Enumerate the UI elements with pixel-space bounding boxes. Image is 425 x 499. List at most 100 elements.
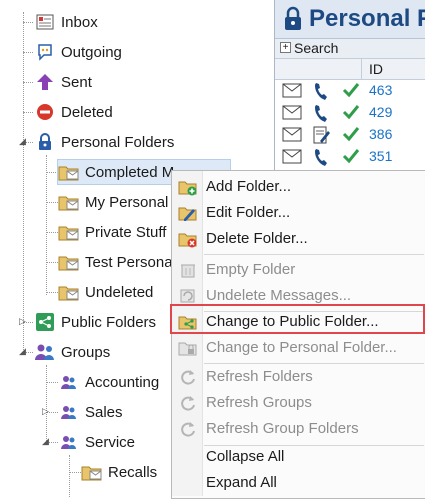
- folder-icon: [58, 282, 80, 302]
- tree-item-accounting[interactable]: Accounting: [58, 370, 159, 394]
- table-row[interactable]: 463: [275, 80, 425, 102]
- tree-item-label: Inbox: [61, 13, 98, 31]
- table-row[interactable]: 429: [275, 102, 425, 124]
- refresh-icon: [176, 392, 200, 414]
- tree-item-groups[interactable]: Groups: [34, 340, 110, 364]
- tree-item-sales[interactable]: Sales: [58, 400, 123, 424]
- inbox-icon: [34, 12, 56, 32]
- refresh-icon: [176, 418, 200, 440]
- envelope-icon: [282, 149, 302, 168]
- collapse-arrow-icon[interactable]: ◢: [41, 437, 50, 446]
- tree-item-label: Test Persona: [85, 253, 173, 271]
- tree-item-personal-folders[interactable]: Personal Folders: [34, 130, 174, 154]
- check-icon: [342, 104, 360, 124]
- collapse-arrow-icon[interactable]: ◢: [18, 347, 27, 356]
- add-folder-icon: [176, 176, 200, 198]
- tree-item-my-personal[interactable]: My Personal: [58, 190, 168, 214]
- menu-item-refresh-folders[interactable]: Refresh Folders: [173, 364, 425, 389]
- tree-item-label: Personal Folders: [61, 133, 175, 151]
- menu-item-collapse-all[interactable]: Collapse All: [173, 444, 425, 469]
- menu-item-add-folder[interactable]: Add Folder...: [173, 174, 425, 199]
- lock-icon: [34, 132, 56, 152]
- expand-arrow-icon[interactable]: ▷: [41, 407, 50, 416]
- tree-item-label: Service: [85, 433, 136, 451]
- tree-item-label: Deleted: [61, 103, 113, 121]
- menu-item-label: Refresh Folders: [206, 368, 313, 385]
- highlight-box: [170, 304, 425, 334]
- menu-item-change-to-personal-folder[interactable]: Change to Personal Folder...: [173, 335, 425, 360]
- tree-item-inbox[interactable]: Inbox: [34, 10, 98, 34]
- tree-item-service[interactable]: Service: [58, 430, 135, 454]
- menu-item-label: Refresh Group Folders: [206, 420, 359, 437]
- menu-item-label: Add Folder...: [206, 178, 292, 195]
- pane-header: Personal F: [275, 0, 425, 39]
- tree-item-label: My Personal: [85, 193, 169, 211]
- empty-folder-icon: [176, 259, 200, 281]
- table-row[interactable]: 386: [275, 124, 425, 146]
- envelope-icon: [282, 127, 302, 146]
- tree-item-label: Undeleted: [85, 283, 154, 301]
- folder-icon: [58, 162, 80, 182]
- check-icon: [342, 82, 360, 102]
- phone-icon: [313, 147, 329, 171]
- envelope-icon: [282, 83, 302, 102]
- tree-item-undeleted[interactable]: Undeleted: [58, 280, 153, 304]
- menu-item-edit-folder[interactable]: Edit Folder...: [173, 200, 425, 225]
- menu-item-label: Delete Folder...: [206, 230, 308, 247]
- tree-item-sent[interactable]: Sent: [34, 70, 92, 94]
- row-id: 429: [369, 104, 393, 120]
- menu-item-refresh-group-folders[interactable]: Refresh Group Folders: [173, 416, 425, 441]
- tree-item-test-personal[interactable]: Test Persona: [58, 250, 173, 274]
- row-id: 351: [369, 148, 393, 164]
- delete-folder-icon: [176, 228, 200, 250]
- menu-item-label: Empty Folder: [206, 261, 296, 278]
- menu-item-label: Undelete Messages...: [206, 287, 352, 304]
- tree-item-private-stuff[interactable]: Private Stuff: [58, 220, 166, 244]
- menu-item-label: Change to Personal Folder...: [206, 339, 397, 356]
- column-header-id[interactable]: ID: [369, 61, 383, 77]
- menu-item-refresh-groups[interactable]: Refresh Groups: [173, 390, 425, 415]
- pane-title: Personal F: [309, 5, 425, 32]
- menu-item-label: Expand All: [206, 474, 277, 491]
- search-bar[interactable]: + Search: [275, 39, 425, 59]
- tree-item-label: Sales: [85, 403, 123, 421]
- check-icon: [342, 148, 360, 168]
- row-id: 463: [369, 82, 393, 98]
- tree-item-label: Sent: [61, 73, 92, 91]
- folder-icon: [81, 462, 103, 482]
- envelope-icon: [282, 105, 302, 124]
- edit-folder-icon: [176, 202, 200, 224]
- tree-item-recalls[interactable]: Recalls: [81, 460, 157, 484]
- folder-icon: [58, 222, 80, 242]
- group-icon: [58, 402, 80, 422]
- column-header-row: ID: [275, 59, 425, 80]
- tree-item-label: Public Folders: [61, 313, 157, 331]
- tree-item-label: Accounting: [85, 373, 160, 391]
- menu-item-expand-all[interactable]: Expand All: [173, 470, 425, 495]
- collapse-arrow-icon[interactable]: ◢: [18, 137, 27, 146]
- table-row[interactable]: 351: [275, 146, 425, 168]
- outgoing-icon: [34, 42, 56, 62]
- deleted-icon: [34, 102, 56, 122]
- tree-item-deleted[interactable]: Deleted: [34, 100, 113, 124]
- group-icon: [58, 372, 80, 392]
- folder-icon: [58, 252, 80, 272]
- expand-arrow-icon[interactable]: ▷: [18, 317, 27, 326]
- lock-icon: [282, 6, 304, 36]
- tree-item-label: Groups: [61, 343, 111, 361]
- personal-folder-icon: [176, 337, 200, 359]
- menu-item-empty-folder[interactable]: Empty Folder: [173, 257, 425, 282]
- menu-item-label: Edit Folder...: [206, 204, 291, 221]
- groups-icon: [34, 342, 56, 362]
- tree-item-public-folders[interactable]: Public Folders: [34, 310, 156, 334]
- menu-item-delete-folder[interactable]: Delete Folder...: [173, 226, 425, 251]
- expand-plus-icon[interactable]: +: [280, 42, 291, 53]
- tree-item-label: Outgoing: [61, 43, 122, 61]
- tree-item-outgoing[interactable]: Outgoing: [34, 40, 122, 64]
- menu-item-label: Collapse All: [206, 448, 285, 465]
- sent-icon: [34, 72, 56, 92]
- tree-item-label: Private Stuff: [85, 223, 167, 241]
- share-icon: [34, 312, 56, 332]
- context-menu: Add Folder... Edit Folder... Delete Fold…: [171, 170, 425, 499]
- menu-item-label: Refresh Groups: [206, 394, 312, 411]
